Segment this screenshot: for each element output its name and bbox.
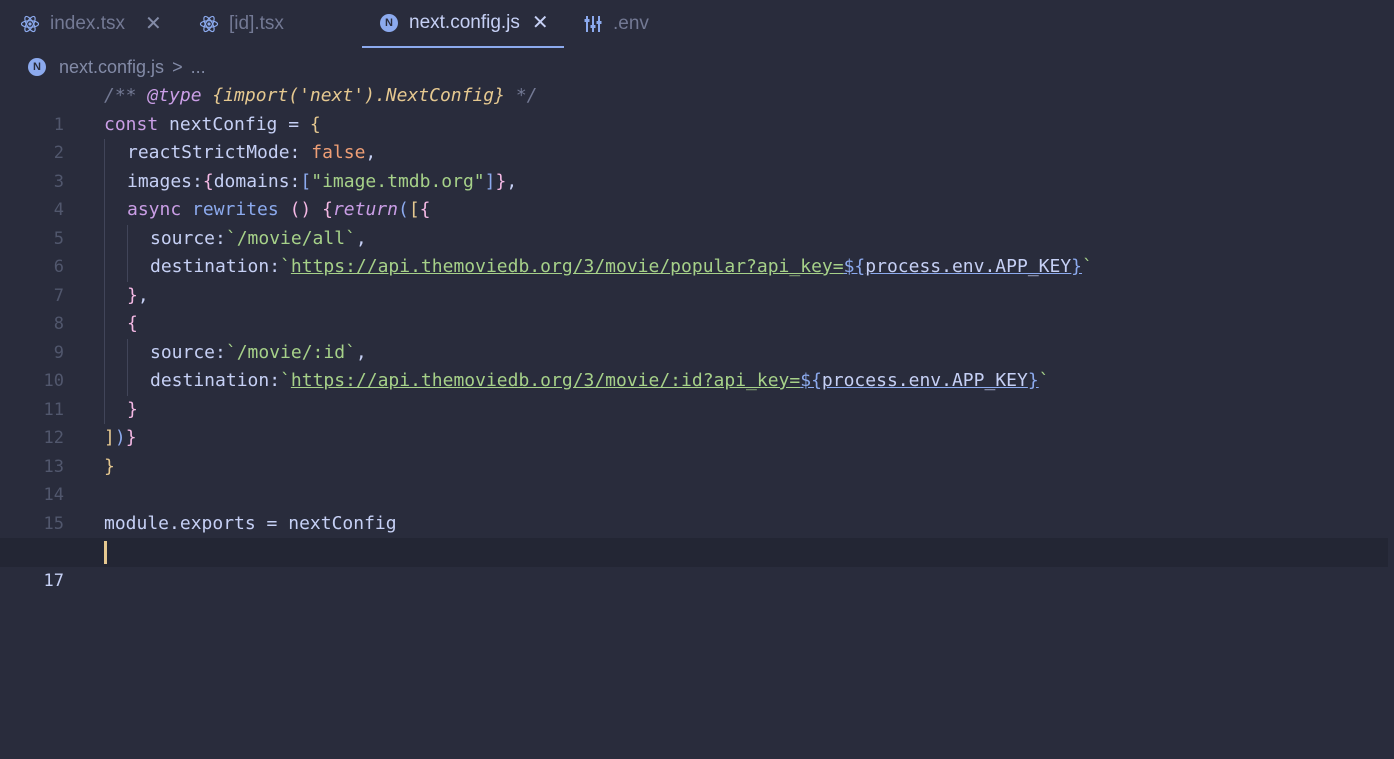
breadcrumb-file[interactable]: next.config.js bbox=[59, 57, 164, 78]
tab-label: [id].tsx bbox=[229, 13, 284, 34]
text-cursor bbox=[104, 541, 107, 564]
code-line: 10 source:`/movie/:id`, bbox=[0, 338, 1394, 391]
code-line: 12 } bbox=[0, 395, 1394, 448]
code-line: 13 ])} bbox=[0, 424, 1394, 477]
code-line: 7 destination:`https://api.themoviedb.or… bbox=[0, 253, 1394, 306]
react-icon bbox=[20, 14, 40, 34]
code-line: 8 }, bbox=[0, 281, 1394, 334]
code-line: 16 module.exports = nextConfig bbox=[0, 510, 1394, 563]
code-line: 3 reactStrictMode: false, bbox=[0, 139, 1394, 192]
tab-label: next.config.js bbox=[409, 12, 520, 33]
nextjs-icon: N bbox=[28, 58, 46, 76]
code-line: 6 source:`/movie/all`, bbox=[0, 224, 1394, 277]
line-number: 17 bbox=[43, 570, 64, 591]
tab-id-tsx[interactable]: [id].tsx bbox=[199, 0, 359, 48]
tab-index-tsx[interactable]: index.tsx ✕ bbox=[20, 0, 180, 48]
nextjs-icon: N bbox=[379, 13, 399, 33]
code-line: 2 const nextConfig = { bbox=[0, 111, 1394, 164]
current-code-line[interactable]: 17 bbox=[0, 538, 1388, 591]
chevron-right-icon: > bbox=[172, 56, 183, 77]
code-line: 9 { bbox=[0, 310, 1394, 363]
breadcrumb-more[interactable]: ... bbox=[191, 57, 206, 78]
code-line: 15 bbox=[0, 481, 1394, 534]
code-line: 4 images:{domains:["image.tmdb.org"]}, bbox=[0, 167, 1394, 220]
close-icon[interactable]: ✕ bbox=[532, 13, 549, 33]
code-line: 14 } bbox=[0, 453, 1394, 506]
react-icon bbox=[199, 14, 219, 34]
close-icon[interactable]: ✕ bbox=[145, 14, 162, 34]
code-line: 5 async rewrites () {return([{ bbox=[0, 196, 1394, 249]
editor-tab-bar: index.tsx ✕ [id].tsx N next.config.js ✕ … bbox=[0, 0, 1394, 48]
code-line: 11 destination:`https://api.themoviedb.o… bbox=[0, 367, 1394, 420]
breadcrumb: N next.config.js > ... bbox=[28, 54, 206, 80]
url-link[interactable]: https://api.themoviedb.org/3/movie/:id?a… bbox=[291, 370, 800, 391]
code-line: 1 /** @type {import('next').NextConfig} … bbox=[0, 82, 1394, 135]
code-editor[interactable]: 1 /** @type {import('next').NextConfig} … bbox=[0, 82, 1394, 591]
tab-label: .env bbox=[613, 13, 649, 34]
tab-label: index.tsx bbox=[50, 13, 125, 34]
tab-env[interactable]: .env bbox=[583, 0, 673, 48]
settings-sliders-icon bbox=[583, 14, 603, 34]
url-link[interactable]: https://api.themoviedb.org/3/movie/popul… bbox=[291, 256, 844, 277]
tab-next-config-js[interactable]: N next.config.js ✕ bbox=[362, 0, 564, 48]
